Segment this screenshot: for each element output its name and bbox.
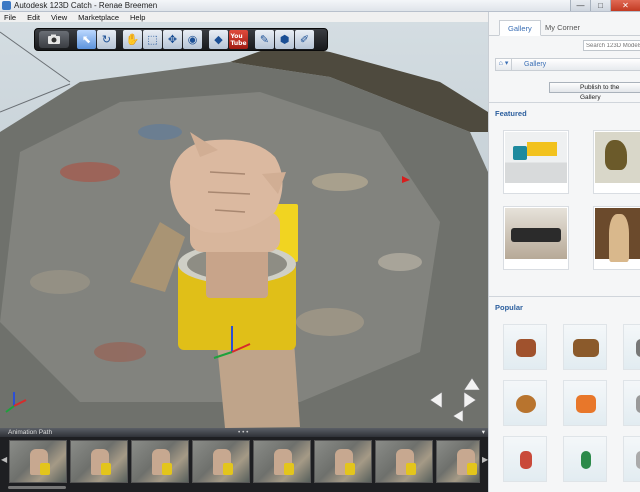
- featured-thumbnail[interactable]: [503, 206, 569, 270]
- film-frame[interactable]: [375, 440, 433, 483]
- popular-title: Popular: [495, 303, 523, 312]
- tab-my-corner[interactable]: My Corner: [537, 20, 588, 36]
- pen-tool-icon[interactable]: ✎: [255, 30, 274, 49]
- sculpture-head: [170, 139, 283, 233]
- breadcrumb: ⌂ ▾ Gallery: [495, 58, 640, 71]
- menu-marketplace[interactable]: Marketplace: [78, 13, 119, 22]
- film-frame[interactable]: [9, 440, 67, 483]
- popular-thumbnail[interactable]: [503, 380, 547, 426]
- maximize-button[interactable]: □: [590, 0, 610, 11]
- film-frame[interactable]: [436, 440, 480, 483]
- minimize-button[interactable]: —: [570, 0, 590, 11]
- 3d-viewport[interactable]: ⬉ ↻ ✋ ⬚ ✥ ◉ ◆ You Tube ✎ ⬢ ✐: [0, 22, 488, 428]
- menu-view[interactable]: View: [51, 13, 67, 22]
- home-icon[interactable]: ⌂ ▾: [496, 59, 512, 70]
- popular-thumbnail[interactable]: [563, 436, 607, 482]
- close-button[interactable]: ✕: [610, 0, 640, 11]
- select-icon[interactable]: ⬉: [77, 30, 96, 49]
- selection-box-icon[interactable]: ⬚: [143, 30, 162, 49]
- pan-hand-icon[interactable]: ✋: [123, 30, 142, 49]
- notes-icon[interactable]: ✐: [295, 30, 314, 49]
- gallery-panel: Gallery My Corner ⌂ ▾ Gallery Publish to…: [488, 12, 640, 492]
- scene-render: [0, 31, 488, 428]
- featured-title: Featured: [495, 109, 527, 118]
- camera-view-icon[interactable]: ◉: [183, 30, 202, 49]
- film-frame[interactable]: [314, 440, 372, 483]
- popular-thumbnail[interactable]: [623, 380, 640, 426]
- camera-icon[interactable]: [39, 31, 69, 48]
- animation-filmstrip: ◀ ▶: [0, 437, 488, 492]
- breadcrumb-gallery[interactable]: Gallery: [512, 61, 546, 68]
- publish-button[interactable]: Publish to the Gallery: [549, 82, 640, 101]
- panel-tabs: Gallery My Corner: [489, 20, 640, 36]
- menu-bar: File Edit View Marketplace Help: [0, 12, 488, 22]
- orbit-icon[interactable]: ✥: [163, 30, 182, 49]
- popular-thumbnail[interactable]: [623, 436, 640, 482]
- featured-thumbnail[interactable]: [593, 130, 640, 194]
- film-frame[interactable]: [253, 440, 311, 483]
- featured-thumbnail[interactable]: [503, 130, 569, 194]
- collapse-arrow-icon[interactable]: ▾: [482, 428, 485, 437]
- window-controls: — □ ✕: [570, 0, 640, 11]
- render-icon[interactable]: ◆: [209, 30, 228, 49]
- app-icon: [2, 1, 11, 10]
- search-input[interactable]: [583, 40, 640, 51]
- film-frame[interactable]: [70, 440, 128, 483]
- animation-path-header[interactable]: Animation Path • • • ▾: [0, 428, 488, 437]
- scroll-left-icon[interactable]: ◀: [1, 455, 7, 464]
- popular-thumbnail[interactable]: [563, 324, 607, 370]
- featured-thumbnail[interactable]: [593, 206, 640, 270]
- animation-path-label: Animation Path: [8, 429, 53, 436]
- export-icon[interactable]: ⬢: [275, 30, 294, 49]
- filmstrip-scrollbar[interactable]: [8, 486, 66, 489]
- menu-file[interactable]: File: [4, 13, 16, 22]
- film-frame[interactable]: [131, 440, 189, 483]
- menu-help[interactable]: Help: [130, 13, 145, 22]
- youtube-icon[interactable]: You Tube: [229, 30, 248, 49]
- main-toolbar: ⬉ ↻ ✋ ⬚ ✥ ◉ ◆ You Tube ✎ ⬢ ✐: [34, 28, 328, 51]
- tab-gallery[interactable]: Gallery: [499, 20, 541, 36]
- title-bar: Autodesk 123D Catch - Renae Breemen — □ …: [0, 0, 640, 12]
- popular-thumbnail[interactable]: [623, 324, 640, 370]
- lasso-icon[interactable]: ↻: [97, 30, 116, 49]
- film-frame[interactable]: [192, 440, 250, 483]
- popular-thumbnail[interactable]: [563, 380, 607, 426]
- menu-edit[interactable]: Edit: [27, 13, 40, 22]
- resize-handle[interactable]: • • •: [238, 428, 248, 437]
- popular-thumbnail[interactable]: [503, 436, 547, 482]
- popular-thumbnail[interactable]: [503, 324, 547, 370]
- window-title: Autodesk 123D Catch - Renae Breemen: [14, 1, 158, 10]
